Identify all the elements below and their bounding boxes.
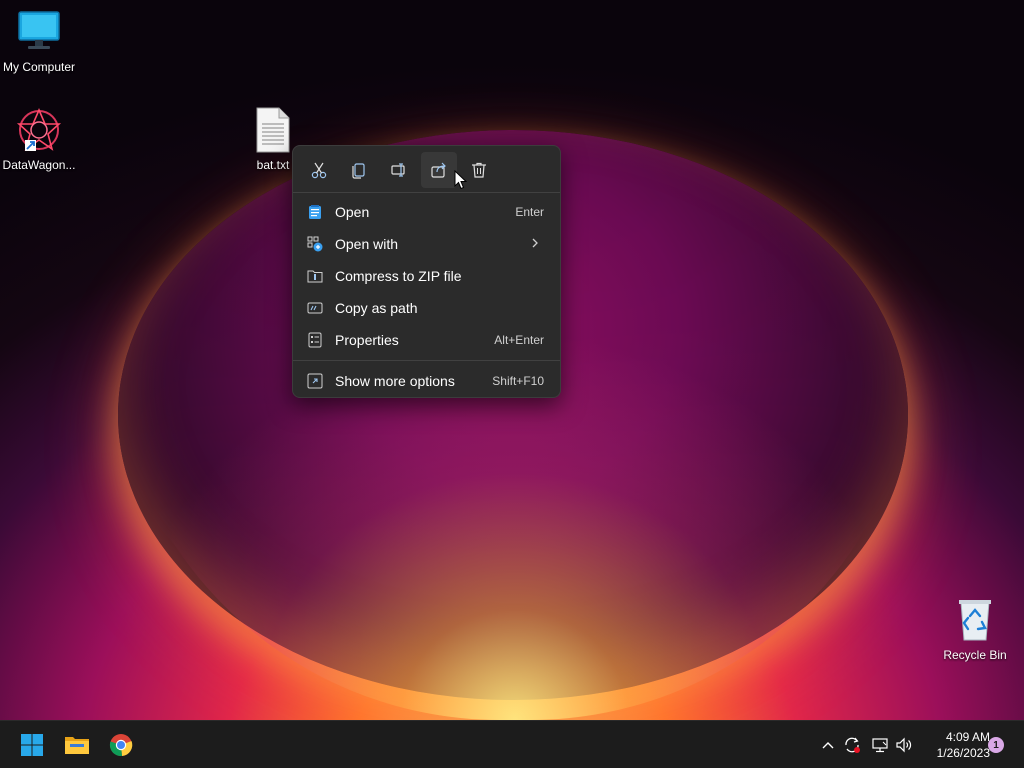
mouse-cursor-icon <box>454 169 468 190</box>
share-icon <box>431 162 446 178</box>
start-button[interactable] <box>14 727 50 763</box>
sync-icon[interactable] <box>842 735 862 755</box>
trash-icon <box>472 162 486 178</box>
share-button[interactable] <box>421 152 457 188</box>
menu-item-open[interactable]: Open Enter <box>297 197 556 227</box>
menu-separator <box>293 192 560 193</box>
desktop-icon-label: Recycle Bin <box>943 648 1007 662</box>
menu-item-show-more-options[interactable]: Show more options Shift+F10 <box>297 366 556 396</box>
desktop-icon-my-computer[interactable]: My Computer <box>0 8 78 74</box>
desktop-icon-label: DataWagon... <box>2 158 76 172</box>
menu-item-properties[interactable]: Properties Alt+Enter <box>297 325 556 355</box>
menu-item-compress-zip[interactable]: Compress to ZIP file <box>297 261 556 291</box>
taskbar: 4:09 AM 1/26/2023 1 <box>0 720 1024 768</box>
chrome-button[interactable] <box>103 727 139 763</box>
menu-item-label: Open <box>335 204 370 220</box>
copy-path-icon <box>307 300 323 316</box>
notepad-icon <box>307 204 323 220</box>
file-explorer-button[interactable] <box>59 727 95 763</box>
network-icon[interactable] <box>870 735 890 755</box>
monitor-icon <box>15 8 63 56</box>
windows-logo-icon <box>21 734 43 756</box>
rename-icon <box>391 163 405 177</box>
menu-item-label: Compress to ZIP file <box>335 268 462 284</box>
clock[interactable]: 4:09 AM 1/26/2023 <box>920 729 990 761</box>
copy-icon <box>352 163 365 179</box>
desktop-icon-datawagon[interactable]: DataWagon... <box>0 106 78 172</box>
folder-icon <box>65 737 89 754</box>
properties-icon <box>307 332 323 348</box>
cut-button[interactable] <box>301 152 337 188</box>
zip-folder-icon <box>307 268 323 284</box>
notification-badge[interactable]: 1 <box>988 737 1004 753</box>
datawagon-app-icon <box>15 106 63 154</box>
menu-item-open-with[interactable]: Open with <box>297 229 556 259</box>
open-with-icon <box>307 236 323 252</box>
menu-item-label: Copy as path <box>335 300 418 316</box>
menu-separator <box>293 360 560 361</box>
desktop[interactable]: My Computer DataWagon... bat.txt Recycle… <box>0 0 1024 720</box>
menu-item-shortcut: Shift+F10 <box>492 374 544 388</box>
clock-time: 4:09 AM <box>945 730 990 744</box>
context-menu: Open Enter Open with Compress to ZIP fil… <box>292 145 561 398</box>
menu-item-shortcut: Enter <box>515 205 544 219</box>
menu-item-shortcut: Alt+Enter <box>494 333 544 347</box>
rename-button[interactable] <box>381 152 417 188</box>
recycle-bin-icon <box>951 596 999 644</box>
more-options-icon <box>307 373 323 389</box>
show-hidden-icons-chevron-icon[interactable] <box>818 735 838 755</box>
copy-button[interactable] <box>341 152 377 188</box>
chevron-right-icon <box>530 236 540 252</box>
scissors-icon <box>311 162 327 179</box>
menu-item-label: Open with <box>335 236 399 252</box>
menu-item-label: Properties <box>335 332 399 348</box>
clock-date: 1/26/2023 <box>936 746 990 760</box>
chrome-icon <box>109 734 133 757</box>
menu-item-copy-as-path[interactable]: Copy as path <box>297 293 556 323</box>
volume-icon[interactable] <box>894 735 914 755</box>
text-file-icon <box>249 106 297 154</box>
menu-item-label: Show more options <box>335 373 455 389</box>
desktop-icon-label: My Computer <box>2 60 76 74</box>
desktop-icon-recycle-bin[interactable]: Recycle Bin <box>936 596 1014 662</box>
